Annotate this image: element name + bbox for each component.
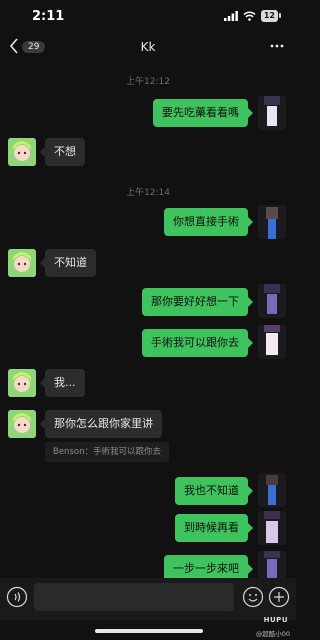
outgoing-message[interactable]: 我也不知道 <box>175 477 253 505</box>
contact-avatar[interactable] <box>8 249 36 277</box>
message-timestamp: 上午12:14 <box>126 188 170 198</box>
outgoing-message[interactable]: 手術我可以跟你去 <box>142 329 253 357</box>
chat-title: Kk <box>140 40 156 54</box>
chat-header: 29 Kk <box>0 34 296 62</box>
incoming-message[interactable]: 不知道 <box>40 249 96 277</box>
outgoing-message[interactable]: 你想直接手術 <box>164 208 253 236</box>
message-timestamp: 上午12:12 <box>126 77 170 87</box>
my-avatar[interactable] <box>258 284 286 318</box>
watermark-logo: HUPU <box>263 616 288 624</box>
home-indicator[interactable] <box>95 629 203 633</box>
battery-indicator: 12 <box>260 10 282 22</box>
plus-icon[interactable] <box>268 586 290 608</box>
status-bar: 2:11 12 <box>0 0 296 34</box>
my-avatar[interactable] <box>258 96 286 130</box>
status-time: 2:11 <box>32 9 65 24</box>
my-avatar[interactable] <box>258 511 286 545</box>
watermark-username: @超酷小00 <box>255 630 290 638</box>
contact-avatar[interactable] <box>8 410 36 438</box>
wifi-icon <box>243 11 256 21</box>
emoji-icon[interactable] <box>242 586 264 608</box>
voice-input-icon[interactable] <box>6 586 28 608</box>
outgoing-message[interactable]: 要先吃藥看看嗎 <box>153 99 253 127</box>
outgoing-message[interactable]: 到時候再看 <box>175 514 253 542</box>
incoming-message[interactable]: 那你怎么跟你家里讲 <box>40 410 162 438</box>
my-avatar[interactable] <box>258 325 286 359</box>
more-options-icon[interactable] <box>270 38 284 54</box>
outgoing-message[interactable]: 那你要好好想一下 <box>142 288 253 316</box>
status-icons: 12 <box>223 10 282 22</box>
quoted-reply[interactable]: Benson：手術我可以跟你去 <box>45 442 169 462</box>
contact-avatar[interactable] <box>8 369 36 397</box>
my-avatar[interactable] <box>258 205 286 239</box>
message-input[interactable] <box>34 583 234 611</box>
incoming-message[interactable]: 不想 <box>40 138 85 166</box>
contact-avatar[interactable] <box>8 138 36 166</box>
input-bar <box>0 578 296 620</box>
signal-icon <box>223 11 238 21</box>
my-avatar[interactable] <box>258 473 286 507</box>
incoming-message[interactable]: 我... <box>40 369 85 397</box>
